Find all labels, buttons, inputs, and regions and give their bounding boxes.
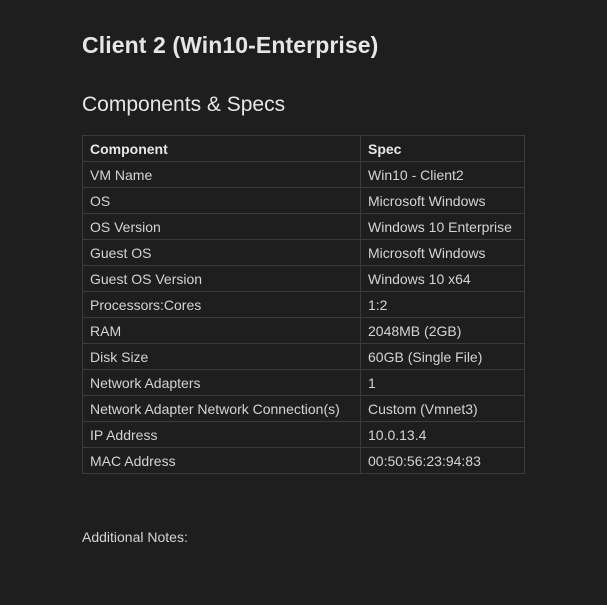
component-cell: Guest OS <box>82 239 361 266</box>
component-cell: VM Name <box>82 161 361 188</box>
specs-table: Component Spec VM Name Win10 - Client2 O… <box>82 135 525 474</box>
spec-cell: Windows 10 x64 <box>360 265 525 292</box>
spec-cell: Windows 10 Enterprise <box>360 213 525 240</box>
spec-cell: Microsoft Windows <box>360 187 525 214</box>
table-row: RAM 2048MB (2GB) <box>82 317 525 344</box>
page-title: Client 2 (Win10-Enterprise) <box>82 32 379 58</box>
column-header-spec: Spec <box>360 135 525 162</box>
component-cell: Guest OS Version <box>82 265 361 292</box>
table-row: Processors:Cores 1:2 <box>82 291 525 318</box>
additional-notes-label: Additional Notes: <box>82 529 188 545</box>
component-cell: Disk Size <box>82 343 361 370</box>
table-row: OS Microsoft Windows <box>82 187 525 214</box>
table-row: Guest OS Microsoft Windows <box>82 239 525 266</box>
spec-cell: 60GB (Single File) <box>360 343 525 370</box>
table-row: Guest OS Version Windows 10 x64 <box>82 265 525 292</box>
component-cell: OS Version <box>82 213 361 240</box>
table-row: OS Version Windows 10 Enterprise <box>82 213 525 240</box>
component-cell: Processors:Cores <box>82 291 361 318</box>
component-cell: Network Adapter Network Connection(s) <box>82 395 361 422</box>
component-cell: OS <box>82 187 361 214</box>
spec-cell: 1:2 <box>360 291 525 318</box>
table-row: MAC Address 00:50:56:23:94:83 <box>82 447 525 474</box>
spec-cell: Custom (Vmnet3) <box>360 395 525 422</box>
table-row: Network Adapters 1 <box>82 369 525 396</box>
spec-cell: Win10 - Client2 <box>360 161 525 188</box>
spec-cell: 10.0.13.4 <box>360 421 525 448</box>
table-row: Disk Size 60GB (Single File) <box>82 343 525 370</box>
component-cell: RAM <box>82 317 361 344</box>
spec-cell: Microsoft Windows <box>360 239 525 266</box>
spec-cell: 1 <box>360 369 525 396</box>
section-title: Components & Specs <box>82 93 286 116</box>
component-cell: MAC Address <box>82 447 361 474</box>
table-row: Network Adapter Network Connection(s) Cu… <box>82 395 525 422</box>
component-cell: Network Adapters <box>82 369 361 396</box>
table-row: IP Address 10.0.13.4 <box>82 421 525 448</box>
table-header-row: Component Spec <box>82 135 525 162</box>
column-header-component: Component <box>82 135 361 162</box>
table-row: VM Name Win10 - Client2 <box>82 161 525 188</box>
spec-cell: 00:50:56:23:94:83 <box>360 447 525 474</box>
component-cell: IP Address <box>82 421 361 448</box>
spec-cell: 2048MB (2GB) <box>360 317 525 344</box>
